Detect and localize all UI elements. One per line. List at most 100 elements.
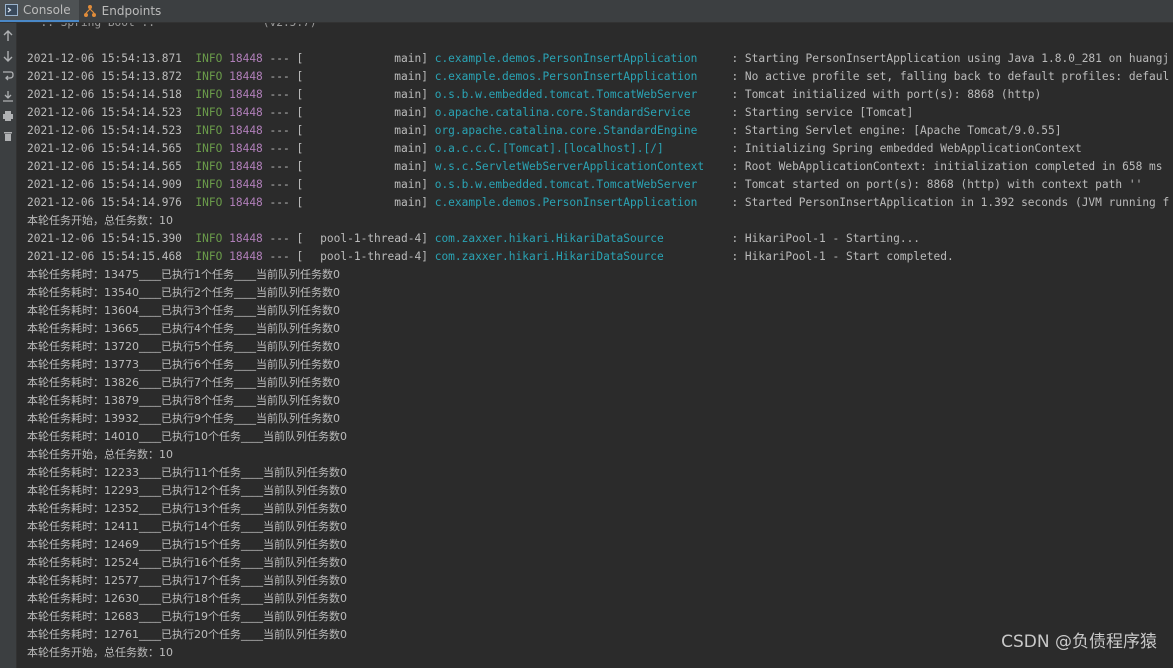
log-line: 2021-12-06 15:54:14.909 INFO 18448 --- [… <box>27 176 1173 194</box>
log-thread: main <box>394 160 422 173</box>
arrow-down-icon[interactable] <box>1 49 15 63</box>
log-logger: com.zaxxer.hikari.HikariDataSource <box>434 232 664 245</box>
log-message: Initializing Spring embedded WebApplicat… <box>744 142 1082 155</box>
log-logger: c.example.demos.PersonInsertApplication <box>434 70 698 83</box>
log-line: 本轮任务耗时：13932____已执行9个任务____当前队列任务数0 <box>27 410 1173 428</box>
log-level: INFO <box>195 52 223 65</box>
soft-wrap-icon[interactable] <box>1 69 15 83</box>
log-timestamp: 2021-12-06 15:54:14.523 <box>27 124 182 137</box>
trash-icon[interactable] <box>1 129 15 143</box>
log-text: 本轮任务耗时：13720____已执行5个任务____当前队列任务数0 <box>27 340 340 353</box>
log-timestamp: 2021-12-06 15:54:13.871 <box>27 52 182 65</box>
log-thread: pool-1-thread-4 <box>320 250 422 263</box>
log-line: 本轮任务耗时：14010____已执行10个任务____当前队列任务数0 <box>27 428 1173 446</box>
log-text: 本轮任务耗时：12683____已执行19个任务____当前队列任务数0 <box>27 610 347 623</box>
log-pid: 18448 <box>229 178 263 191</box>
log-timestamp: 2021-12-06 15:54:14.518 <box>27 88 182 101</box>
log-line: 2021-12-06 15:54:14.518 INFO 18448 --- [… <box>27 86 1173 104</box>
log-line: 本轮任务耗时：13826____已执行7个任务____当前队列任务数0 <box>27 374 1173 392</box>
log-timestamp: 2021-12-06 15:54:14.976 <box>27 196 182 209</box>
log-level: INFO <box>195 160 223 173</box>
console-toolbar <box>0 23 17 668</box>
log-message: Tomcat started on port(s): 8868 (http) w… <box>744 178 1143 191</box>
log-text: 本轮任务耗时：12293____已执行12个任务____当前队列任务数0 <box>27 484 347 497</box>
log-logger: w.s.c.ServletWebServerApplicationContext <box>434 160 705 173</box>
log-pid: 18448 <box>229 106 263 119</box>
log-thread: main <box>394 178 422 191</box>
tab-console[interactable]: Console <box>0 0 79 22</box>
tab-endpoints-label: Endpoints <box>101 4 162 18</box>
log-pid: 18448 <box>229 124 263 137</box>
log-line: 本轮任务耗时：12411____已执行14个任务____当前队列任务数0 <box>27 518 1173 536</box>
log-text: 本轮任务耗时：13826____已执行7个任务____当前队列任务数0 <box>27 376 340 389</box>
log-pid: 18448 <box>229 250 263 263</box>
log-line: 本轮任务耗时：12233____已执行11个任务____当前队列任务数0 <box>27 464 1173 482</box>
log-line: 本轮任务耗时：12524____已执行16个任务____当前队列任务数0 <box>27 554 1173 572</box>
arrow-up-icon[interactable] <box>1 29 15 43</box>
log-logger: com.zaxxer.hikari.HikariDataSource <box>434 250 664 263</box>
log-message: Root WebApplicationContext: initializati… <box>744 160 1163 173</box>
log-pid: 18448 <box>229 52 263 65</box>
log-logger: c.example.demos.PersonInsertApplication <box>434 196 698 209</box>
log-pid: 18448 <box>229 88 263 101</box>
log-logger: org.apache.catalina.core.StandardEngine <box>434 124 698 137</box>
console-output[interactable]: :: Spring Boot :: (v2.5.7) 2021-12-06 15… <box>17 23 1173 662</box>
log-text: 本轮任务开始，总任务数：10 <box>27 448 173 461</box>
log-line: 2021-12-06 15:54:14.523 INFO 18448 --- [… <box>27 104 1173 122</box>
tool-window-tabbar: Console Endpoints <box>0 0 1173 23</box>
log-text: 本轮任务耗时：12352____已执行13个任务____当前队列任务数0 <box>27 502 347 515</box>
log-message: Starting Servlet engine: [Apache Tomcat/… <box>744 124 1062 137</box>
log-message: Tomcat initialized with port(s): 8868 (h… <box>744 88 1042 101</box>
log-text: 本轮任务耗时：13475____已执行1个任务____当前队列任务数0 <box>27 268 340 281</box>
log-thread: main <box>394 70 422 83</box>
log-text: 本轮任务耗时：12761____已执行20个任务____当前队列任务数0 <box>27 628 347 641</box>
tab-console-label: Console <box>23 3 71 17</box>
scroll-to-end-icon[interactable] <box>1 89 15 103</box>
log-line: 本轮任务开始，总任务数：10 <box>27 446 1173 464</box>
log-line: 本轮任务耗时：12293____已执行12个任务____当前队列任务数0 <box>27 482 1173 500</box>
log-level: INFO <box>195 142 223 155</box>
tab-endpoints[interactable]: Endpoints <box>79 0 170 22</box>
log-level: INFO <box>195 106 223 119</box>
log-text: 本轮任务耗时：12469____已执行15个任务____当前队列任务数0 <box>27 538 347 551</box>
print-icon[interactable] <box>1 109 15 123</box>
log-line: 本轮任务耗时：13604____已执行3个任务____当前队列任务数0 <box>27 302 1173 320</box>
log-line: 本轮任务耗时：13773____已执行6个任务____当前队列任务数0 <box>27 356 1173 374</box>
log-timestamp: 2021-12-06 15:54:14.565 <box>27 142 182 155</box>
log-line: 2021-12-06 15:54:13.871 INFO 18448 --- [… <box>27 50 1173 68</box>
log-text: 本轮任务开始，总任务数：10 <box>27 214 173 227</box>
log-line: 本轮任务耗时：12469____已执行15个任务____当前队列任务数0 <box>27 536 1173 554</box>
log-timestamp: 2021-12-06 15:54:14.909 <box>27 178 182 191</box>
log-logger: c.example.demos.PersonInsertApplication <box>434 52 698 65</box>
log-timestamp: 2021-12-06 15:54:14.523 <box>27 106 182 119</box>
log-level: INFO <box>195 70 223 83</box>
log-level: INFO <box>195 88 223 101</box>
log-timestamp: 2021-12-06 15:54:15.390 <box>27 232 182 245</box>
log-thread: main <box>394 106 422 119</box>
log-level: INFO <box>195 250 223 263</box>
log-line: 本轮任务开始，总任务数：10 <box>27 212 1173 230</box>
log-text: 本轮任务耗时：13932____已执行9个任务____当前队列任务数0 <box>27 412 340 425</box>
log-pid: 18448 <box>229 142 263 155</box>
log-line: 本轮任务耗时：12577____已执行17个任务____当前队列任务数0 <box>27 572 1173 590</box>
log-message: Starting PersonInsertApplication using J… <box>744 52 1170 65</box>
log-line: 本轮任务耗时：12630____已执行18个任务____当前队列任务数0 <box>27 590 1173 608</box>
log-text: 本轮任务耗时：12233____已执行11个任务____当前队列任务数0 <box>27 466 347 479</box>
log-message: Started PersonInsertApplication in 1.392… <box>744 196 1170 209</box>
log-thread: main <box>394 88 422 101</box>
log-text: 本轮任务开始，总任务数：10 <box>27 646 173 659</box>
log-text: 本轮任务耗时：12630____已执行18个任务____当前队列任务数0 <box>27 592 347 605</box>
log-timestamp: 2021-12-06 15:54:13.872 <box>27 70 182 83</box>
log-thread: main <box>394 196 422 209</box>
log-text: 本轮任务耗时：13540____已执行2个任务____当前队列任务数0 <box>27 286 340 299</box>
banner-line: :: Spring Boot :: (v2.5.7) <box>27 23 316 32</box>
log-line: 2021-12-06 15:54:15.390 INFO 18448 --- [… <box>27 230 1173 248</box>
log-logger: o.a.c.c.C.[Tomcat].[localhost].[/] <box>434 142 664 155</box>
log-message: HikariPool-1 - Starting... <box>744 232 921 245</box>
log-line: 本轮任务耗时：13540____已执行2个任务____当前队列任务数0 <box>27 284 1173 302</box>
console-icon <box>4 3 18 17</box>
log-line: 2021-12-06 15:54:14.565 INFO 18448 --- [… <box>27 140 1173 158</box>
log-line: 本轮任务耗时：13720____已执行5个任务____当前队列任务数0 <box>27 338 1173 356</box>
log-text: 本轮任务耗时：13665____已执行4个任务____当前队列任务数0 <box>27 322 340 335</box>
log-timestamp: 2021-12-06 15:54:15.468 <box>27 250 182 263</box>
